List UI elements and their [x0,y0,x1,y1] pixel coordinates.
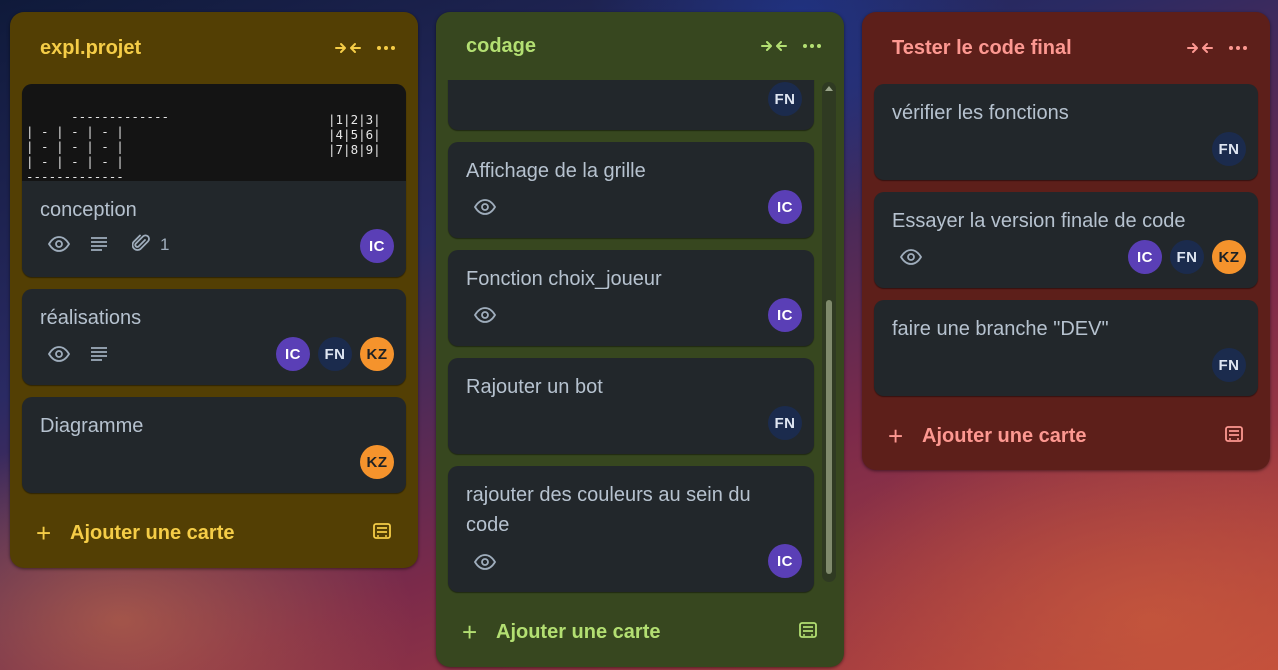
collapse-arrows-icon[interactable] [334,34,362,62]
cover-numbers-text: |1|2|3| |4|5|6| |7|8|9| [328,112,381,157]
list-header[interactable]: expl.projet [10,12,418,84]
card-diagramme[interactable]: Diagramme KZ [22,397,406,493]
card-title: Affichage de la grille [466,160,646,182]
plus-icon: + [36,518,52,548]
card-conception[interactable]: ------------- | - | - | - | | - | - | - … [22,84,406,277]
eye-icon [48,346,70,362]
add-card-button[interactable]: + Ajouter une carte [22,511,406,555]
eye-icon [474,199,496,215]
attachment-count: 1 [160,235,170,254]
member-avatar-fn[interactable]: FN [318,337,352,371]
add-card-label: Ajouter une carte [496,620,661,643]
member-avatar-fn[interactable]: FN [1212,348,1246,382]
member-avatar-ic[interactable]: IC [360,229,394,263]
card-realisations[interactable]: réalisations IC FN KZ [22,289,406,385]
eye-icon [48,236,70,252]
card-title: Essayer la version finale de code [892,210,1186,232]
more-dots-icon[interactable] [1224,34,1252,62]
card-template-icon[interactable] [372,522,392,545]
scroll-thumb[interactable] [826,300,832,574]
card-title: réalisations [40,307,142,329]
card-template-icon[interactable] [798,621,818,644]
card-title: conception [40,199,137,221]
member-avatar-ic[interactable]: IC [276,337,310,371]
card-affichage-grille[interactable]: Affichage de la grille IC [448,142,814,238]
member-avatar-kz[interactable]: KZ [360,337,394,371]
card-partial[interactable]: FN [448,80,814,130]
eye-icon [474,307,496,323]
add-card-label: Ajouter une carte [70,521,235,544]
member-avatar-kz[interactable]: KZ [1212,240,1246,274]
list-expl-projet: expl.projet ------------- | - | - | - | … [10,12,418,568]
scroll-up-arrow[interactable] [825,86,833,91]
more-dots-icon[interactable] [372,34,400,62]
eye-icon [900,249,922,265]
collapse-arrows-icon[interactable] [1186,34,1214,62]
card-branche-dev[interactable]: faire une branche "DEV" FN [874,300,1258,396]
list-header[interactable]: codage [436,12,844,80]
card-verifier-fonctions[interactable]: vérifier les fonctions FN [874,84,1258,180]
member-avatar-fn[interactable]: FN [1170,240,1204,274]
paperclip-icon [132,233,150,253]
card-title: rajouter des couleurs au sein du code [466,484,751,536]
member-avatar-fn[interactable]: FN [1212,132,1246,166]
member-avatar-fn[interactable]: FN [768,82,802,116]
eye-icon [474,554,496,570]
list-title[interactable]: expl.projet [40,37,324,60]
more-dots-icon[interactable] [798,32,826,60]
description-icon [90,346,108,362]
plus-icon: + [462,617,478,647]
card-template-icon[interactable] [1224,425,1244,448]
member-avatar-ic[interactable]: IC [768,544,802,578]
card-title: vérifier les fonctions [892,102,1069,124]
card-title: Rajouter un bot [466,376,603,398]
description-icon [90,236,108,252]
card-title: Diagramme [40,415,144,437]
add-card-button[interactable]: + Ajouter une carte [874,414,1258,458]
plus-icon: + [888,421,904,451]
list-header[interactable]: Tester le code final [862,12,1270,84]
card-essayer-version-finale[interactable]: Essayer la version finale de code IC FN … [874,192,1258,288]
list-codage: codage FN Affichage de la grille IC Fonc… [436,12,844,667]
member-avatar-ic[interactable]: IC [1128,240,1162,274]
add-card-button[interactable]: + Ajouter une carte [448,610,832,654]
list-title[interactable]: Tester le code final [892,37,1176,60]
card-rajouter-bot[interactable]: Rajouter un bot FN [448,358,814,454]
collapse-arrows-icon[interactable] [760,32,788,60]
member-avatar-ic[interactable]: IC [768,190,802,224]
member-avatar-kz[interactable]: KZ [360,445,394,479]
member-avatar-ic[interactable]: IC [768,298,802,332]
card-cover-ascii: ------------- | - | - | - | | - | - | - … [22,84,406,184]
list-tester-code-final: Tester le code final vérifier les foncti… [862,12,1270,470]
card-title: Fonction choix_joueur [466,268,662,290]
card-rajouter-couleurs[interactable]: rajouter des couleurs au sein du code IC [448,466,814,592]
cover-grid-text: ------------- | - | - | - | | - | - | - … [26,109,169,184]
card-fonction-choix-joueur[interactable]: Fonction choix_joueur IC [448,250,814,346]
list-title[interactable]: codage [466,35,750,58]
member-avatar-fn[interactable]: FN [768,406,802,440]
card-list-scroll-area[interactable]: FN Affichage de la grille IC Fonction ch… [436,80,844,594]
list-scrollbar[interactable] [822,82,836,582]
add-card-label: Ajouter une carte [922,424,1087,447]
card-title: faire une branche "DEV" [892,318,1109,340]
